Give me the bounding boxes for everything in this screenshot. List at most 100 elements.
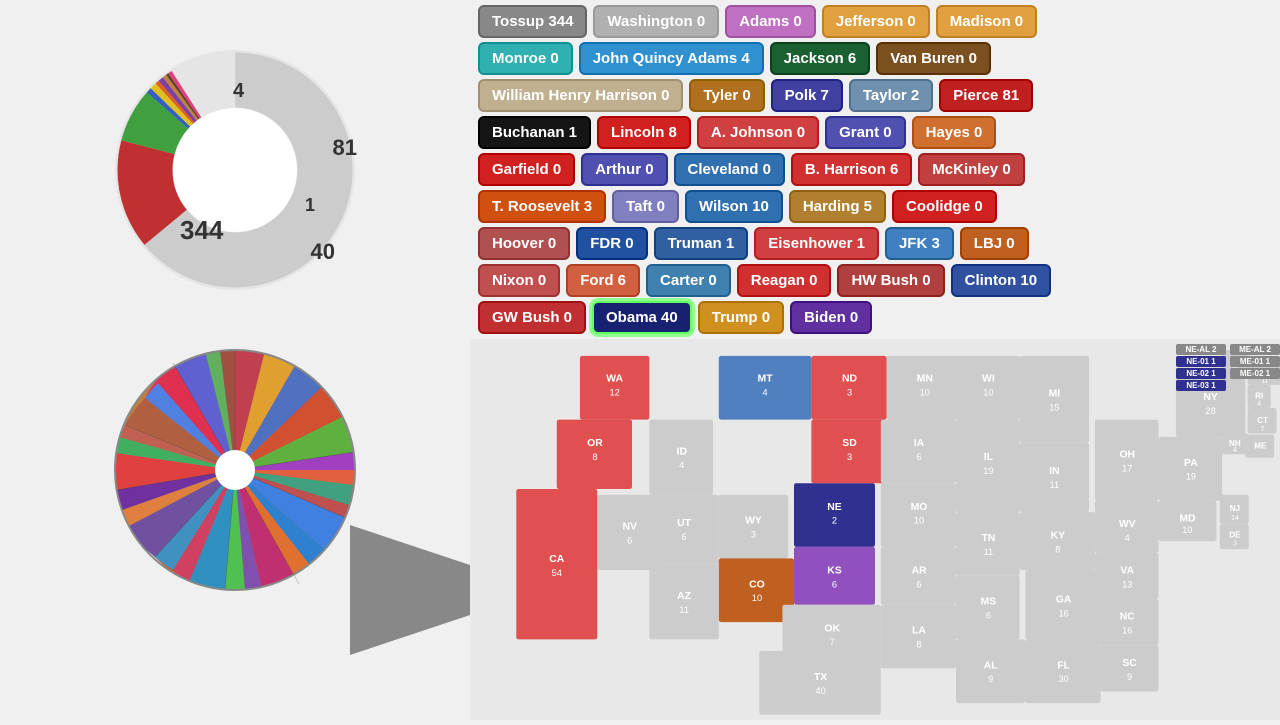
president-button[interactable]: Cleveland 0 bbox=[674, 153, 785, 186]
president-button[interactable]: Taft 0 bbox=[612, 190, 679, 223]
president-button[interactable]: Clinton 10 bbox=[951, 264, 1052, 297]
president-button[interactable]: Tyler 0 bbox=[689, 79, 764, 112]
president-button[interactable]: Adams 0 bbox=[725, 5, 816, 38]
president-button[interactable]: Harding 5 bbox=[789, 190, 886, 223]
president-button[interactable]: Jackson 6 bbox=[770, 42, 871, 75]
president-button[interactable]: HW Bush 0 bbox=[837, 264, 944, 297]
ne-03-label: NE-03 1 bbox=[1176, 380, 1226, 391]
president-button[interactable]: Carter 0 bbox=[646, 264, 731, 297]
svg-text:12: 12 bbox=[609, 387, 619, 397]
svg-text:11: 11 bbox=[1050, 480, 1060, 490]
svg-text:7: 7 bbox=[1261, 426, 1265, 433]
president-button[interactable]: John Quincy Adams 4 bbox=[579, 42, 764, 75]
svg-text:10: 10 bbox=[983, 387, 993, 397]
president-button[interactable]: Biden 0 bbox=[790, 301, 872, 334]
president-button[interactable]: Grant 0 bbox=[825, 116, 906, 149]
svg-text:11: 11 bbox=[679, 605, 689, 615]
svg-text:RI: RI bbox=[1255, 392, 1263, 401]
president-button[interactable]: Pierce 81 bbox=[939, 79, 1033, 112]
president-button[interactable]: Reagan 0 bbox=[737, 264, 832, 297]
president-button[interactable]: Truman 1 bbox=[654, 227, 749, 260]
president-button[interactable]: McKinley 0 bbox=[918, 153, 1024, 186]
svg-text:NC: NC bbox=[1120, 612, 1136, 623]
svg-text:10: 10 bbox=[914, 516, 924, 526]
president-button[interactable]: Washington 0 bbox=[593, 5, 719, 38]
donut-chart: 344 81 40 4 1 bbox=[85, 20, 385, 320]
president-button[interactable]: GW Bush 0 bbox=[478, 301, 586, 334]
president-button[interactable]: Coolidge 0 bbox=[892, 190, 997, 223]
tossup-label: 344 bbox=[180, 215, 223, 246]
president-button[interactable]: Polk 7 bbox=[771, 79, 843, 112]
obama-label: 40 bbox=[311, 239, 335, 265]
president-button[interactable]: Wilson 10 bbox=[685, 190, 783, 223]
president-button[interactable]: LBJ 0 bbox=[960, 227, 1029, 260]
svg-text:IL: IL bbox=[984, 452, 994, 463]
button-grid: Tossup 344Washington 0Adams 0Jefferson 0… bbox=[470, 0, 1280, 339]
svg-text:IA: IA bbox=[914, 438, 925, 449]
president-button[interactable]: Nixon 0 bbox=[478, 264, 560, 297]
svg-text:17: 17 bbox=[1122, 464, 1132, 474]
president-button[interactable]: Buchanan 1 bbox=[478, 116, 591, 149]
svg-text:3: 3 bbox=[847, 452, 852, 462]
svg-text:28: 28 bbox=[1205, 406, 1215, 416]
button-row: Tossup 344Washington 0Adams 0Jefferson 0… bbox=[478, 5, 1272, 38]
svg-text:16: 16 bbox=[1122, 626, 1132, 636]
president-button[interactable]: Jefferson 0 bbox=[822, 5, 930, 38]
button-row: William Henry Harrison 0Tyler 0Polk 7Tay… bbox=[478, 79, 1272, 112]
me-01-label: ME-01 1 bbox=[1230, 356, 1280, 367]
svg-text:8: 8 bbox=[1055, 545, 1060, 555]
svg-text:16: 16 bbox=[1058, 608, 1068, 618]
svg-text:NV: NV bbox=[622, 522, 637, 533]
svg-text:3: 3 bbox=[847, 387, 852, 397]
svg-text:WY: WY bbox=[745, 516, 762, 527]
president-button[interactable]: Monroe 0 bbox=[478, 42, 573, 75]
president-button[interactable]: Ford 6 bbox=[566, 264, 640, 297]
president-button[interactable]: Garfield 0 bbox=[478, 153, 575, 186]
left-panel: 344 81 40 4 1 bbox=[0, 0, 470, 720]
svg-text:KS: KS bbox=[827, 565, 842, 576]
svg-text:MS: MS bbox=[981, 597, 997, 608]
svg-text:6: 6 bbox=[916, 452, 921, 462]
svg-text:AZ: AZ bbox=[677, 591, 692, 602]
president-button[interactable]: Trump 0 bbox=[698, 301, 784, 334]
button-row: T. Roosevelt 3Taft 0Wilson 10Harding 5Co… bbox=[478, 190, 1272, 223]
president-button[interactable]: Eisenhower 1 bbox=[754, 227, 879, 260]
svg-text:WV: WV bbox=[1119, 519, 1136, 530]
svg-text:TX: TX bbox=[814, 672, 827, 683]
state-UT[interactable] bbox=[649, 495, 718, 564]
president-button[interactable]: Obama 40 bbox=[592, 301, 692, 334]
svg-text:14: 14 bbox=[1231, 515, 1239, 522]
president-button[interactable]: Taylor 2 bbox=[849, 79, 933, 112]
svg-text:10: 10 bbox=[1182, 525, 1192, 535]
svg-text:FL: FL bbox=[1057, 660, 1070, 671]
president-button[interactable]: T. Roosevelt 3 bbox=[478, 190, 606, 223]
president-button[interactable]: Hoover 0 bbox=[478, 227, 570, 260]
spinner-wheel[interactable] bbox=[105, 340, 365, 600]
donut-hole bbox=[173, 108, 297, 232]
president-button[interactable]: A. Johnson 0 bbox=[697, 116, 819, 149]
president-button[interactable]: Madison 0 bbox=[936, 5, 1037, 38]
president-button[interactable]: Arthur 0 bbox=[581, 153, 667, 186]
svg-text:15: 15 bbox=[1049, 402, 1059, 412]
president-button[interactable]: Lincoln 8 bbox=[597, 116, 691, 149]
svg-text:6: 6 bbox=[681, 532, 686, 542]
president-button[interactable]: Tossup 344 bbox=[478, 5, 587, 38]
svg-text:AR: AR bbox=[911, 565, 927, 576]
svg-text:SC: SC bbox=[1122, 658, 1137, 669]
svg-text:4: 4 bbox=[762, 387, 767, 397]
svg-text:ME: ME bbox=[1254, 442, 1267, 451]
president-button[interactable]: Van Buren 0 bbox=[876, 42, 991, 75]
president-button[interactable]: Hayes 0 bbox=[912, 116, 997, 149]
svg-text:19: 19 bbox=[983, 466, 993, 476]
svg-text:CA: CA bbox=[549, 554, 565, 565]
svg-text:8: 8 bbox=[592, 452, 597, 462]
state-IN[interactable] bbox=[1020, 443, 1089, 512]
president-button[interactable]: B. Harrison 6 bbox=[791, 153, 912, 186]
president-button[interactable]: FDR 0 bbox=[576, 227, 647, 260]
svg-text:AL: AL bbox=[984, 660, 999, 671]
me-inset-box: ME-AL 2 ME-01 1 ME-02 1 bbox=[1230, 344, 1280, 391]
president-button[interactable]: William Henry Harrison 0 bbox=[478, 79, 683, 112]
president-button[interactable]: JFK 3 bbox=[885, 227, 954, 260]
svg-text:IN: IN bbox=[1049, 466, 1059, 477]
ne-inset-box: NE-AL 2 NE-01 1 NE-02 1 NE-03 1 bbox=[1176, 344, 1226, 391]
